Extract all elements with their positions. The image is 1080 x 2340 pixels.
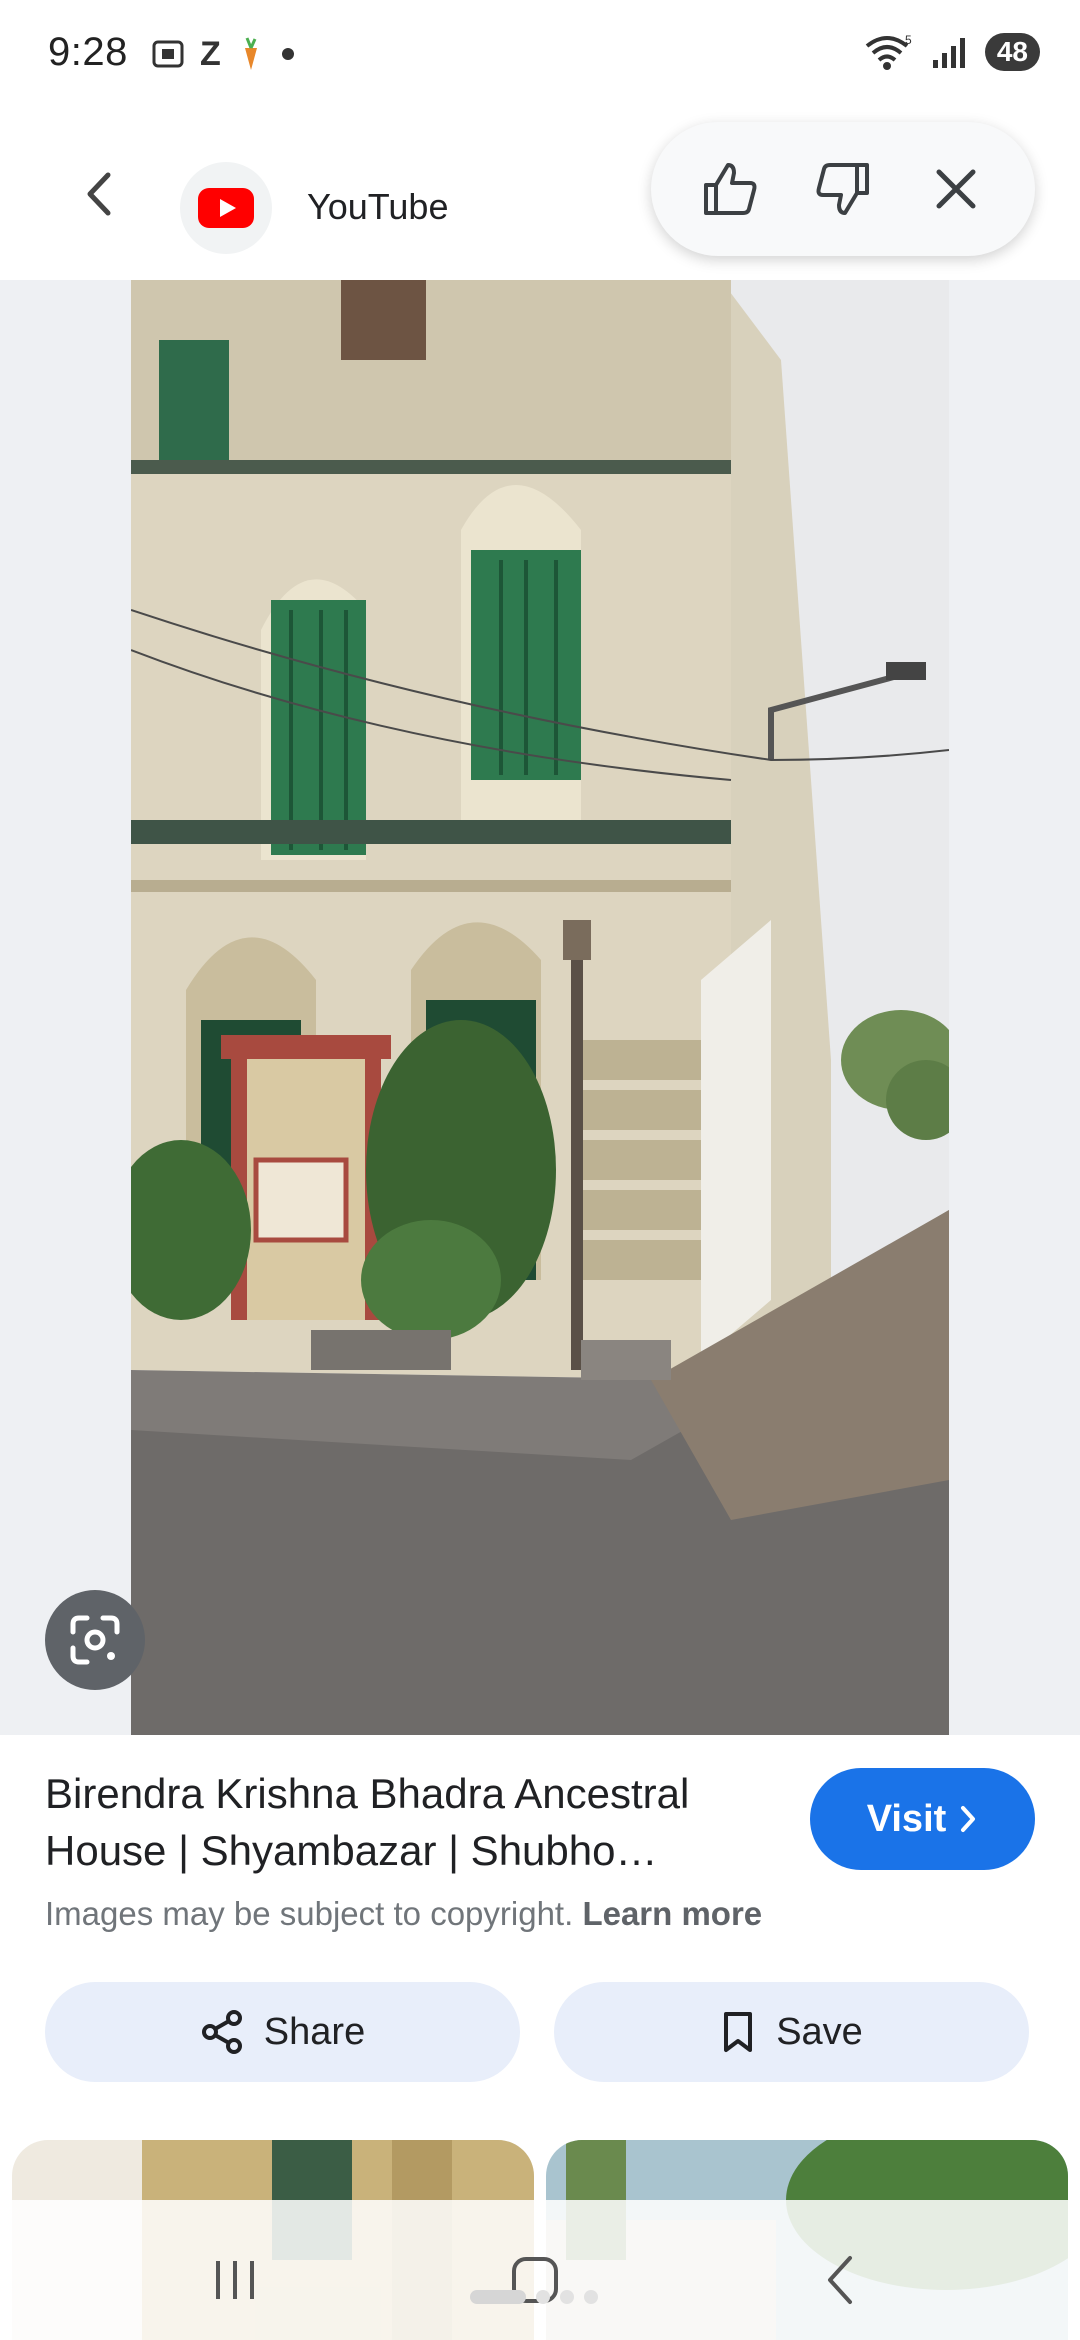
z-icon: Z xyxy=(200,35,221,73)
source-name[interactable]: YouTube xyxy=(307,186,448,228)
share-label: Share xyxy=(263,2010,366,2053)
visit-button[interactable]: Visit xyxy=(810,1768,1035,1870)
carrot-icon xyxy=(244,37,257,70)
status-bar: 9:28 Z 5 48 xyxy=(0,0,1080,104)
thumbs-up-icon xyxy=(703,163,757,215)
image-preview-area xyxy=(0,280,1080,1735)
source-avatar[interactable] xyxy=(180,162,272,254)
dot-icon xyxy=(281,48,294,60)
youtube-logo-icon xyxy=(198,188,254,228)
recent-apps-icon xyxy=(216,2261,254,2299)
share-icon xyxy=(201,2010,242,2054)
screenshot-icon xyxy=(152,40,184,68)
thumbs-down-button[interactable] xyxy=(798,144,888,234)
wifi-icon: 5 xyxy=(865,33,912,70)
home-button[interactable] xyxy=(490,2240,580,2320)
close-icon xyxy=(936,169,976,209)
visit-label: Visit xyxy=(866,1797,947,1840)
wifi-label: 5 xyxy=(905,33,912,47)
notification-icons: Z xyxy=(150,34,295,74)
thumbs-down-icon xyxy=(816,163,869,215)
building-photo xyxy=(131,280,949,1735)
nav-back-button[interactable] xyxy=(795,2240,885,2320)
chevron-right-icon xyxy=(961,1806,976,1832)
page-indicator xyxy=(470,2290,598,2304)
back-icon xyxy=(828,2256,852,2304)
share-button[interactable]: Share xyxy=(45,1982,520,2082)
result-title[interactable]: Birendra Krishna Bhadra Ancestral House … xyxy=(45,1765,765,1879)
thumbs-up-button[interactable] xyxy=(685,144,775,234)
preview-image[interactable] xyxy=(131,280,949,1735)
learn-more-link[interactable]: Learn more xyxy=(582,1895,762,1932)
result-title-line-1: Birendra Krishna Bhadra Ancestral xyxy=(45,1770,690,1817)
status-time: 9:28 xyxy=(48,30,128,74)
close-button[interactable] xyxy=(911,144,1001,234)
result-title-line-2: House | Shyambazar | Shubho… xyxy=(45,1827,658,1874)
copyright-notice: Images may be subject to copyright. Lear… xyxy=(45,1895,762,1933)
indicator-dot xyxy=(584,2290,598,2304)
indicator-dot xyxy=(536,2290,550,2304)
system-navigation-bar xyxy=(0,2200,1080,2340)
feedback-pill xyxy=(651,122,1035,256)
system-icons: 5 48 xyxy=(863,32,1040,72)
battery-indicator: 48 xyxy=(984,33,1040,71)
save-button[interactable]: Save xyxy=(554,1982,1029,2082)
google-lens-button[interactable] xyxy=(45,1590,145,1690)
chevron-left-icon xyxy=(87,172,111,216)
lens-icon xyxy=(70,1615,120,1665)
save-label: Save xyxy=(776,2010,863,2053)
signal-icon xyxy=(932,38,965,68)
copyright-text: Images may be subject to copyright. xyxy=(45,1895,574,1932)
recent-apps-button[interactable] xyxy=(190,2240,280,2320)
indicator-dot xyxy=(560,2290,574,2304)
back-button[interactable] xyxy=(70,164,130,224)
bookmark-icon xyxy=(724,2012,753,2052)
indicator-active xyxy=(470,2290,526,2304)
